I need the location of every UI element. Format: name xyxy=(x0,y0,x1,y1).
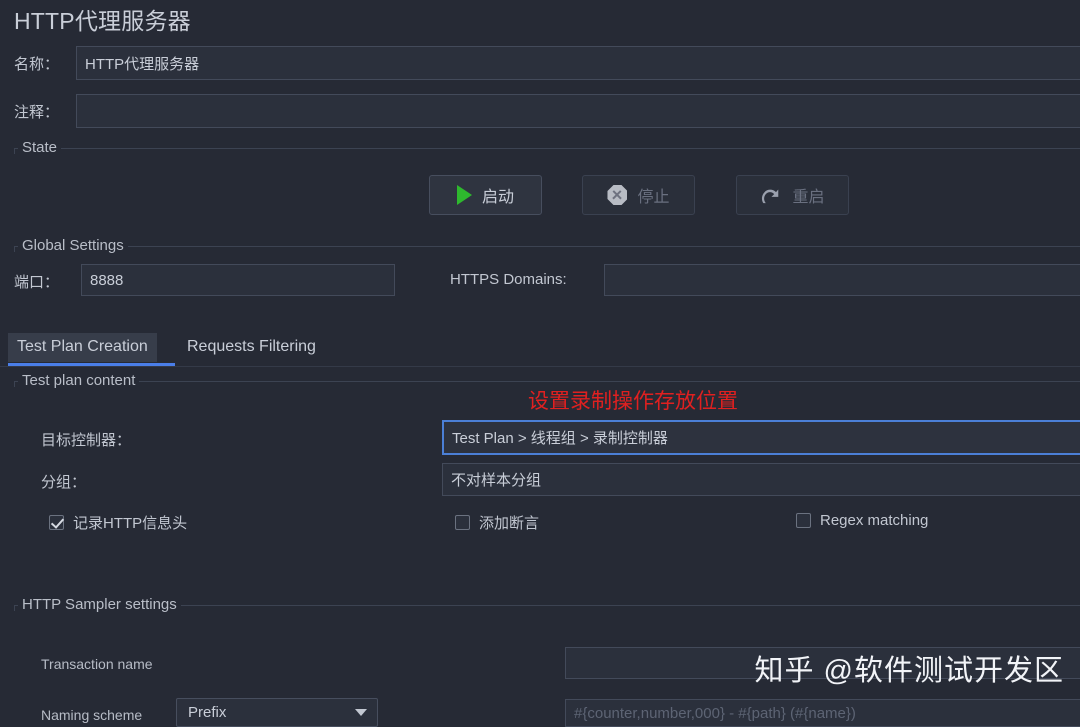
test-plan-content-group-border xyxy=(14,381,1080,382)
checkbox-add-assertions-label: 添加断言 xyxy=(479,515,540,532)
checkbox-regex-matching[interactable]: Regex matching xyxy=(796,512,928,529)
grouping-combo[interactable]: 不对样本分组 xyxy=(442,463,1080,496)
stop-button-label: 停止 xyxy=(637,189,670,206)
restart-button-label: 重启 xyxy=(792,189,825,206)
checkbox-box-icon xyxy=(49,515,64,530)
checkbox-capture-http-headers-label: 记录HTTP信息头 xyxy=(73,515,188,532)
start-button-label: 启动 xyxy=(481,189,514,206)
comment-input[interactable] xyxy=(76,94,1080,128)
target-controller-label: 目标控制器： xyxy=(41,432,132,449)
https-domains-label: HTTPS Domains: xyxy=(450,271,567,288)
restart-icon xyxy=(760,185,782,205)
port-input-value: 8888 xyxy=(90,271,124,289)
naming-pattern-input[interactable]: #{counter,number,000} - #{path} (#{name}… xyxy=(565,699,1080,727)
active-tab-indicator xyxy=(8,363,175,366)
page-title: HTTP代理服务器 xyxy=(14,8,191,34)
grouping-value: 不对样本分组 xyxy=(451,472,542,489)
transaction-name-input[interactable] xyxy=(565,647,1080,679)
name-label: 名称： xyxy=(14,56,60,73)
checkbox-box-icon xyxy=(796,513,811,528)
naming-scheme-label: Naming scheme xyxy=(41,707,143,723)
checkbox-box-icon xyxy=(455,515,470,530)
grouping-label: 分组： xyxy=(41,474,87,491)
start-button[interactable]: 启动 xyxy=(429,175,542,215)
target-controller-value: Test Plan > 线程组 > 录制控制器 xyxy=(452,430,668,447)
port-input[interactable]: 8888 xyxy=(81,264,395,296)
http-proxy-server-panel: HTTP代理服务器 名称： HTTP代理服务器 注释： State 启动 停止 … xyxy=(0,0,1080,727)
checkbox-add-assertions[interactable]: 添加断言 xyxy=(455,512,539,533)
global-settings-group-title: Global Settings xyxy=(18,237,128,254)
comment-label: 注释： xyxy=(14,104,60,121)
tabstrip-divider xyxy=(0,366,1080,367)
state-group-border xyxy=(14,148,1080,149)
http-sampler-settings-group-title: HTTP Sampler settings xyxy=(18,596,181,613)
name-input[interactable]: HTTP代理服务器 xyxy=(76,46,1080,80)
naming-pattern-placeholder: #{counter,number,000} - #{path} (#{name}… xyxy=(574,704,856,722)
state-group-title: State xyxy=(18,139,62,156)
https-domains-input[interactable] xyxy=(604,264,1080,296)
stop-icon xyxy=(607,185,628,205)
checkbox-regex-matching-label: Regex matching xyxy=(820,512,929,529)
checkbox-capture-http-headers[interactable]: 记录HTTP信息头 xyxy=(49,512,187,533)
tab-requests-filtering[interactable]: Requests Filtering xyxy=(178,333,325,362)
global-settings-group-border xyxy=(14,246,1080,247)
play-icon xyxy=(456,185,472,205)
name-input-value: HTTP代理服务器 xyxy=(85,55,200,73)
target-controller-combo[interactable]: Test Plan > 线程组 > 录制控制器 xyxy=(442,420,1080,455)
test-plan-content-group-title: Test plan content xyxy=(18,372,140,389)
naming-scheme-select[interactable]: Prefix xyxy=(176,698,378,727)
naming-scheme-value: Prefix xyxy=(188,704,227,721)
transaction-name-label: Transaction name xyxy=(41,656,153,672)
restart-button[interactable]: 重启 xyxy=(736,175,849,215)
chevron-down-icon xyxy=(355,709,367,716)
tab-test-plan-creation[interactable]: Test Plan Creation xyxy=(8,333,157,362)
stop-button[interactable]: 停止 xyxy=(582,175,695,215)
port-label: 端口： xyxy=(14,274,60,291)
annotation-text: 设置录制操作存放位置 xyxy=(528,390,738,413)
